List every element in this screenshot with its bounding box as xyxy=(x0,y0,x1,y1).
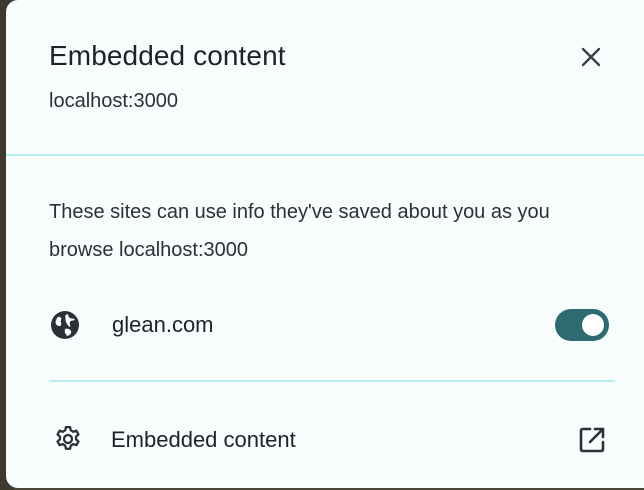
close-button[interactable] xyxy=(576,42,606,72)
footer-label: Embedded content xyxy=(111,427,296,452)
site-row-glean: glean.com xyxy=(49,300,614,350)
embedded-content-settings-link[interactable]: Embedded content xyxy=(49,414,619,464)
embedded-content-dialog: Embedded content localhost:3000 These si… xyxy=(6,0,644,488)
globe-icon xyxy=(51,311,79,339)
close-icon xyxy=(581,47,601,67)
footer-divider xyxy=(49,380,615,382)
toggle-knob xyxy=(582,314,604,336)
dialog-title: Embedded content xyxy=(49,40,286,71)
dialog-subtitle: localhost:3000 xyxy=(49,90,178,112)
description-text: These sites can use info they've saved a… xyxy=(49,201,550,261)
site-name: glean.com xyxy=(112,312,214,337)
gear-icon xyxy=(56,426,80,450)
header-divider xyxy=(6,154,644,156)
external-link-icon[interactable] xyxy=(576,424,608,456)
site-allow-toggle[interactable] xyxy=(555,309,609,341)
dialog-header: Embedded content localhost:3000 xyxy=(6,0,644,154)
